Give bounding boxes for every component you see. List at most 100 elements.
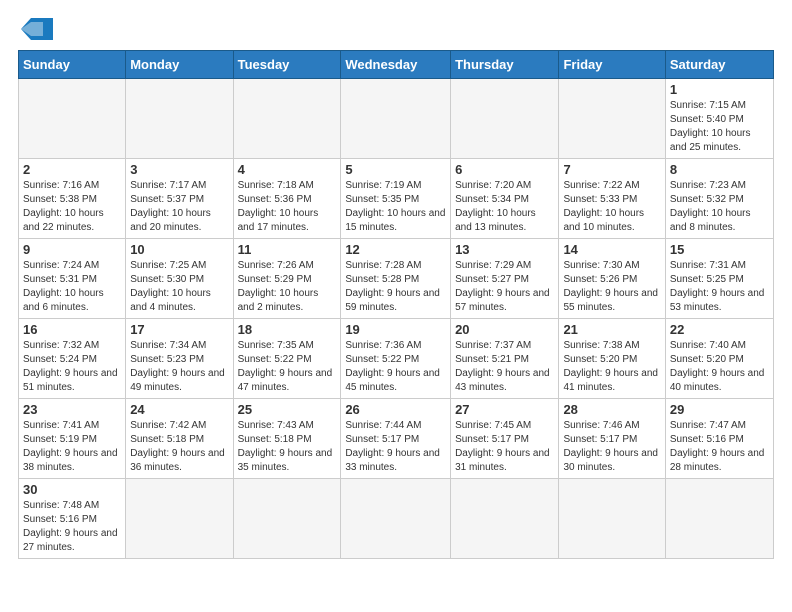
calendar-cell: 13 Sunrise: 7:29 AM Sunset: 5:27 PM Dayli… xyxy=(451,239,559,319)
calendar-cell xyxy=(559,479,665,559)
day-number: 16 xyxy=(23,322,121,337)
day-number: 3 xyxy=(130,162,228,177)
day-info: Sunrise: 7:17 AM Sunset: 5:37 PM Dayligh… xyxy=(130,179,228,235)
calendar-cell xyxy=(19,79,126,159)
day-info: Sunrise: 7:38 AM Sunset: 5:20 PM Dayligh… xyxy=(563,339,660,395)
day-number: 12 xyxy=(345,242,446,257)
calendar-cell xyxy=(126,479,233,559)
calendar-cell: 17 Sunrise: 7:34 AM Sunset: 5:23 PM Dayli… xyxy=(126,319,233,399)
day-info: Sunrise: 7:16 AM Sunset: 5:38 PM Dayligh… xyxy=(23,179,121,235)
calendar-cell xyxy=(451,79,559,159)
calendar-week-row: 1Sunrise: 7:15 AM Sunset: 5:40 PM Daylig… xyxy=(19,79,774,159)
calendar-cell: 14 Sunrise: 7:30 AM Sunset: 5:26 PM Dayli… xyxy=(559,239,665,319)
calendar-cell: 15Sunrise: 7:31 AM Sunset: 5:25 PM Dayli… xyxy=(665,239,773,319)
day-info: Sunrise: 7:35 AM Sunset: 5:22 PM Dayligh… xyxy=(238,339,337,395)
day-number: 18 xyxy=(238,322,337,337)
calendar-cell xyxy=(233,79,341,159)
day-number: 19 xyxy=(345,322,446,337)
day-number: 23 xyxy=(23,402,121,417)
calendar-cell: 9 Sunrise: 7:24 AM Sunset: 5:31 PM Daylig… xyxy=(19,239,126,319)
weekday-header-wednesday: Wednesday xyxy=(341,51,451,79)
header xyxy=(18,18,774,40)
weekday-header-saturday: Saturday xyxy=(665,51,773,79)
day-info: Sunrise: 7:43 AM Sunset: 5:18 PM Dayligh… xyxy=(238,419,337,475)
day-info: Sunrise: 7:36 AM Sunset: 5:22 PM Dayligh… xyxy=(345,339,446,395)
calendar-cell: 5 Sunrise: 7:19 AM Sunset: 5:35 PM Daylig… xyxy=(341,159,451,239)
day-info: Sunrise: 7:44 AM Sunset: 5:17 PM Dayligh… xyxy=(345,419,446,475)
calendar-cell xyxy=(559,79,665,159)
day-number: 29 xyxy=(670,402,769,417)
day-number: 5 xyxy=(345,162,446,177)
calendar-cell: 10Sunrise: 7:25 AM Sunset: 5:30 PM Dayli… xyxy=(126,239,233,319)
logo-text xyxy=(18,18,53,40)
day-info: Sunrise: 7:20 AM Sunset: 5:34 PM Dayligh… xyxy=(455,179,554,235)
calendar-week-row: 30 Sunrise: 7:48 AM Sunset: 5:16 PM Dayli… xyxy=(19,479,774,559)
day-number: 24 xyxy=(130,402,228,417)
calendar-cell: 7 Sunrise: 7:22 AM Sunset: 5:33 PM Daylig… xyxy=(559,159,665,239)
day-info: Sunrise: 7:19 AM Sunset: 5:35 PM Dayligh… xyxy=(345,179,446,235)
calendar-cell xyxy=(233,479,341,559)
weekday-header-sunday: Sunday xyxy=(19,51,126,79)
calendar-cell: 8 Sunrise: 7:23 AM Sunset: 5:32 PM Daylig… xyxy=(665,159,773,239)
day-info: Sunrise: 7:45 AM Sunset: 5:17 PM Dayligh… xyxy=(455,419,554,475)
day-info: Sunrise: 7:15 AM Sunset: 5:40 PM Dayligh… xyxy=(670,99,769,155)
calendar-cell: 21Sunrise: 7:38 AM Sunset: 5:20 PM Dayli… xyxy=(559,319,665,399)
weekday-header-friday: Friday xyxy=(559,51,665,79)
day-number: 2 xyxy=(23,162,121,177)
calendar-cell: 4Sunrise: 7:18 AM Sunset: 5:36 PM Daylig… xyxy=(233,159,341,239)
day-info: Sunrise: 7:22 AM Sunset: 5:33 PM Dayligh… xyxy=(563,179,660,235)
day-info: Sunrise: 7:34 AM Sunset: 5:23 PM Dayligh… xyxy=(130,339,228,395)
day-info: Sunrise: 7:37 AM Sunset: 5:21 PM Dayligh… xyxy=(455,339,554,395)
calendar-cell xyxy=(451,479,559,559)
day-info: Sunrise: 7:47 AM Sunset: 5:16 PM Dayligh… xyxy=(670,419,769,475)
calendar-cell: 1Sunrise: 7:15 AM Sunset: 5:40 PM Daylig… xyxy=(665,79,773,159)
calendar-cell xyxy=(341,79,451,159)
day-number: 6 xyxy=(455,162,554,177)
calendar-cell: 20 Sunrise: 7:37 AM Sunset: 5:21 PM Dayli… xyxy=(451,319,559,399)
day-info: Sunrise: 7:48 AM Sunset: 5:16 PM Dayligh… xyxy=(23,499,121,555)
day-number: 13 xyxy=(455,242,554,257)
day-info: Sunrise: 7:32 AM Sunset: 5:24 PM Dayligh… xyxy=(23,339,121,395)
logo xyxy=(18,18,53,40)
calendar-cell xyxy=(665,479,773,559)
calendar-cell: 27 Sunrise: 7:45 AM Sunset: 5:17 PM Dayli… xyxy=(451,399,559,479)
day-info: Sunrise: 7:31 AM Sunset: 5:25 PM Dayligh… xyxy=(670,259,769,315)
day-number: 7 xyxy=(563,162,660,177)
day-number: 22 xyxy=(670,322,769,337)
day-number: 30 xyxy=(23,482,121,497)
weekday-header-thursday: Thursday xyxy=(451,51,559,79)
day-info: Sunrise: 7:30 AM Sunset: 5:26 PM Dayligh… xyxy=(563,259,660,315)
day-number: 17 xyxy=(130,322,228,337)
calendar-cell: 16 Sunrise: 7:32 AM Sunset: 5:24 PM Dayli… xyxy=(19,319,126,399)
day-number: 26 xyxy=(345,402,446,417)
day-number: 27 xyxy=(455,402,554,417)
day-info: Sunrise: 7:23 AM Sunset: 5:32 PM Dayligh… xyxy=(670,179,769,235)
calendar-cell: 18 Sunrise: 7:35 AM Sunset: 5:22 PM Dayli… xyxy=(233,319,341,399)
day-info: Sunrise: 7:29 AM Sunset: 5:27 PM Dayligh… xyxy=(455,259,554,315)
calendar-cell: 19 Sunrise: 7:36 AM Sunset: 5:22 PM Dayli… xyxy=(341,319,451,399)
calendar-cell: 23 Sunrise: 7:41 AM Sunset: 5:19 PM Dayli… xyxy=(19,399,126,479)
day-info: Sunrise: 7:40 AM Sunset: 5:20 PM Dayligh… xyxy=(670,339,769,395)
day-info: Sunrise: 7:41 AM Sunset: 5:19 PM Dayligh… xyxy=(23,419,121,475)
calendar-cell: 30 Sunrise: 7:48 AM Sunset: 5:16 PM Dayli… xyxy=(19,479,126,559)
day-info: Sunrise: 7:25 AM Sunset: 5:30 PM Dayligh… xyxy=(130,259,228,315)
calendar-cell: 24Sunrise: 7:42 AM Sunset: 5:18 PM Dayli… xyxy=(126,399,233,479)
calendar-cell xyxy=(126,79,233,159)
day-number: 14 xyxy=(563,242,660,257)
calendar: SundayMondayTuesdayWednesdayThursdayFrid… xyxy=(18,50,774,559)
calendar-cell: 6 Sunrise: 7:20 AM Sunset: 5:34 PM Daylig… xyxy=(451,159,559,239)
weekday-header-tuesday: Tuesday xyxy=(233,51,341,79)
day-number: 9 xyxy=(23,242,121,257)
calendar-cell: 2 Sunrise: 7:16 AM Sunset: 5:38 PM Daylig… xyxy=(19,159,126,239)
day-info: Sunrise: 7:24 AM Sunset: 5:31 PM Dayligh… xyxy=(23,259,121,315)
calendar-cell xyxy=(341,479,451,559)
calendar-week-row: 16 Sunrise: 7:32 AM Sunset: 5:24 PM Dayli… xyxy=(19,319,774,399)
day-number: 20 xyxy=(455,322,554,337)
day-number: 8 xyxy=(670,162,769,177)
calendar-week-row: 23 Sunrise: 7:41 AM Sunset: 5:19 PM Dayli… xyxy=(19,399,774,479)
day-number: 11 xyxy=(238,242,337,257)
calendar-cell: 11Sunrise: 7:26 AM Sunset: 5:29 PM Dayli… xyxy=(233,239,341,319)
calendar-cell: 22 Sunrise: 7:40 AM Sunset: 5:20 PM Dayli… xyxy=(665,319,773,399)
weekday-header-row: SundayMondayTuesdayWednesdayThursdayFrid… xyxy=(19,51,774,79)
day-info: Sunrise: 7:18 AM Sunset: 5:36 PM Dayligh… xyxy=(238,179,337,235)
